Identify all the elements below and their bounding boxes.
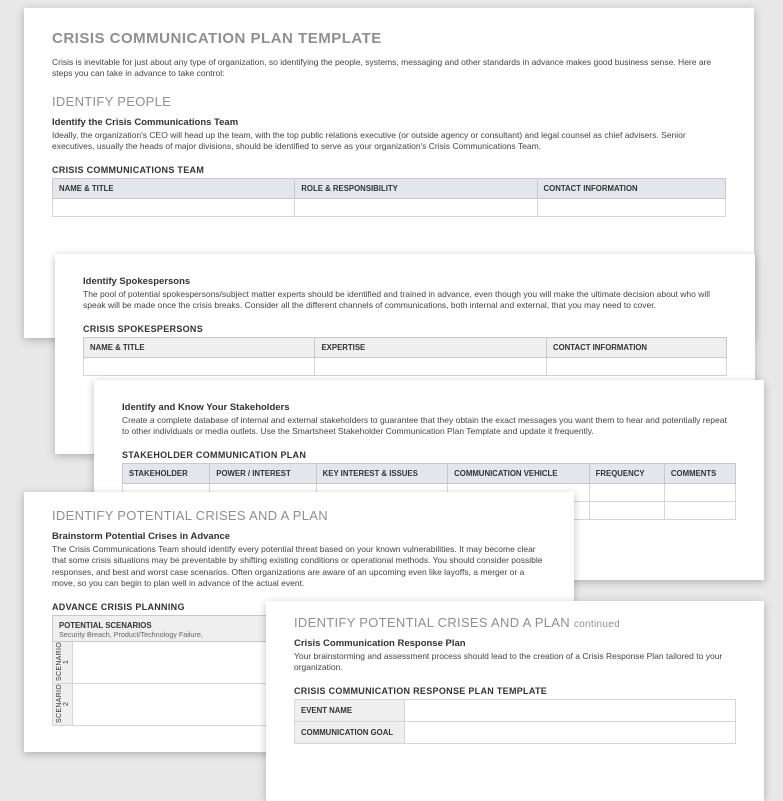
col-vehicle: COMMUNICATION VEHICLE <box>448 463 589 483</box>
col-comments: COMMENTS <box>664 463 735 483</box>
table-response-plan: EVENT NAME COMMUNICATION GOAL <box>294 699 736 744</box>
table-title-response: CRISIS COMMUNICATION RESPONSE PLAN TEMPL… <box>294 686 736 696</box>
body-spokespersons: The pool of potential spokespersons/subj… <box>83 289 727 312</box>
section-label: IDENTIFY POTENTIAL CRISES AND A PLAN <box>294 615 570 630</box>
col-expertise: EXPERTISE <box>315 337 546 357</box>
continued-label: continued <box>574 619 620 630</box>
table-comm-team: NAME & TITLE ROLE & RESPONSIBILITY CONTA… <box>52 178 726 217</box>
col-contact: CONTACT INFORMATION <box>537 178 725 198</box>
col-contact: CONTACT INFORMATION <box>546 337 726 357</box>
col-frequency: FREQUENCY <box>589 463 664 483</box>
body-response-plan: Your brainstorming and assessment proces… <box>294 651 736 674</box>
col-name-title: NAME & TITLE <box>53 178 295 198</box>
table-title-team: CRISIS COMMUNICATIONS TEAM <box>52 165 726 175</box>
body-brainstorm: The Crisis Communications Team should id… <box>52 544 546 590</box>
row-header-goal: COMMUNICATION GOAL <box>295 721 405 743</box>
template-page-5: IDENTIFY POTENTIAL CRISES AND A PLAN con… <box>266 601 764 801</box>
section-potential-crises-cont: IDENTIFY POTENTIAL CRISES AND A PLAN con… <box>294 615 736 630</box>
subhead-stakeholders: Identify and Know Your Stakeholders <box>122 402 736 413</box>
document-title: CRISIS COMMUNICATION PLAN TEMPLATE <box>52 30 726 47</box>
subhead-response-plan: Crisis Communication Response Plan <box>294 638 736 649</box>
table-title-stakeholders: STAKEHOLDER COMMUNICATION PLAN <box>122 450 736 460</box>
col-power: POWER / INTEREST <box>210 463 316 483</box>
row-comm-goal: COMMUNICATION GOAL <box>295 721 736 743</box>
body-stakeholders: Create a complete database of internal a… <box>122 415 736 438</box>
body-team: Ideally, the organization's CEO will hea… <box>52 130 726 153</box>
col-stakeholder: STAKEHOLDER <box>123 463 210 483</box>
intro-text: Crisis is inevitable for just about any … <box>52 57 726 80</box>
subhead-spokespersons: Identify Spokespersons <box>83 276 727 287</box>
col-name-title: NAME & TITLE <box>84 337 315 357</box>
row-header-event: EVENT NAME <box>295 699 405 721</box>
row-event-name: EVENT NAME <box>295 699 736 721</box>
subhead-brainstorm: Brainstorm Potential Crises in Advance <box>52 531 546 542</box>
section-potential-crises: IDENTIFY POTENTIAL CRISES AND A PLAN <box>52 508 546 523</box>
col-interest: KEY INTEREST & ISSUES <box>316 463 448 483</box>
table-title-spokespersons: CRISIS SPOKESPERSONS <box>83 324 727 334</box>
section-identify-people: IDENTIFY PEOPLE <box>52 94 726 109</box>
scenario-1-label: SCENARIO 1 <box>56 641 70 682</box>
col-role: ROLE & RESPONSIBILITY <box>295 178 537 198</box>
row-sub-label: Security Breach, Product/Technology Fail… <box>59 630 203 639</box>
table-row <box>53 198 726 216</box>
table-row <box>84 357 727 375</box>
table-spokespersons: NAME & TITLE EXPERTISE CONTACT INFORMATI… <box>83 337 727 376</box>
scenario-2-label: SCENARIO 2 <box>56 683 70 724</box>
subhead-team: Identify the Crisis Communications Team <box>52 117 726 128</box>
row-header-label: POTENTIAL SCENARIOS <box>59 621 152 630</box>
